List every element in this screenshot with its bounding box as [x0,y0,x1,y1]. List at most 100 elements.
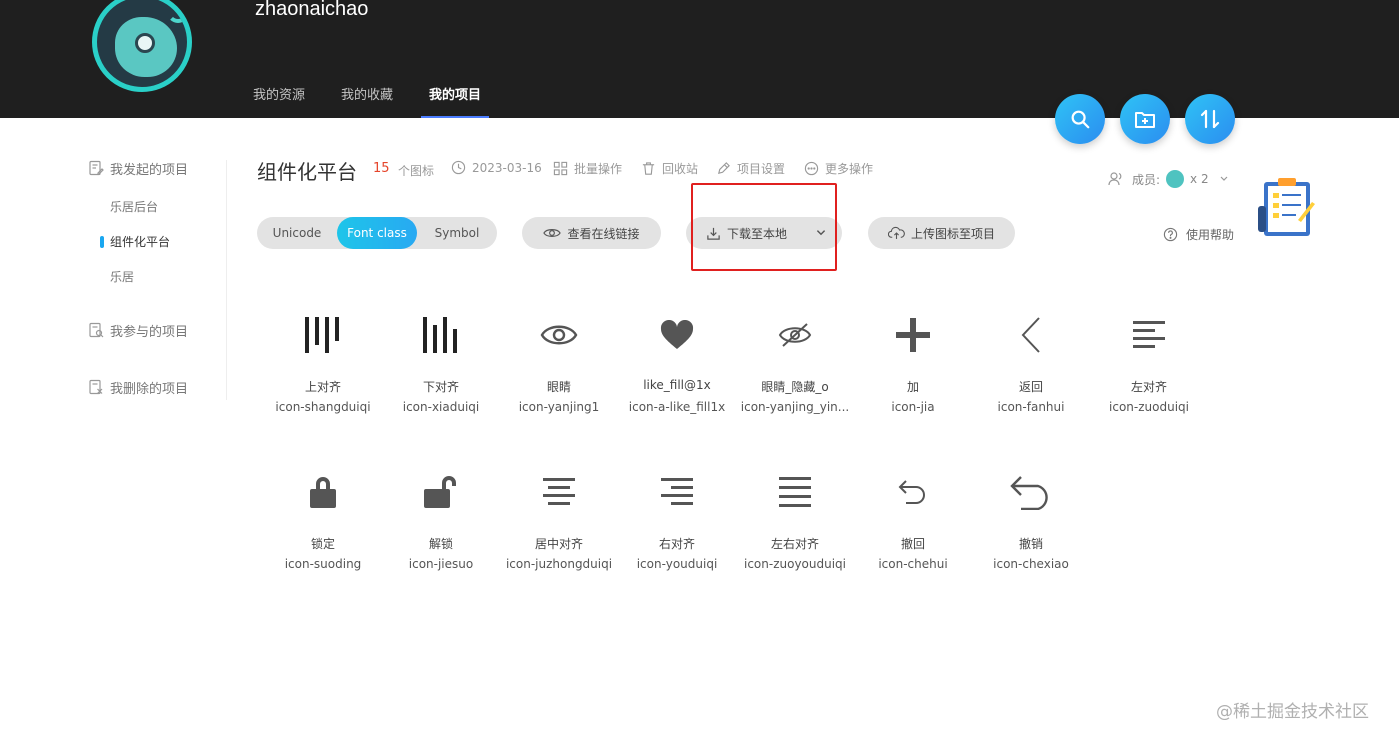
tab-my-projects[interactable]: 我的项目 [421,84,490,118]
search-button[interactable] [1055,94,1105,144]
icon-name: like_fill@1x [643,378,711,392]
tab-my-resources[interactable]: 我的资源 [253,84,305,118]
icon-card[interactable]: 居中对齐 icon-juzhongduiqi [500,467,618,571]
unlock-icon [424,476,456,508]
icon-name: 左对齐 [1130,380,1167,394]
sidebar-group-label: 我参与的项目 [110,324,189,340]
project-date: 2023-03-16 [451,160,542,175]
sidebar-item-lejuhoutai[interactable]: 乐居后台 [88,198,228,218]
icon-name: 上对齐 [304,380,341,394]
clock-icon [451,160,466,175]
document-search-icon [89,322,104,338]
icon-code[interactable]: icon-shangduiqi [264,400,382,414]
icon-name: 加 [906,380,919,394]
icon-code[interactable]: icon-fanhui [972,400,1090,414]
icon-code[interactable]: icon-jia [854,400,972,414]
align-right-icon [661,478,693,505]
icon-card[interactable]: 左对齐 icon-zuoduiqi [1090,310,1208,414]
mode-symbol[interactable]: Symbol [417,217,497,249]
sidebar-group-label: 我发起的项目 [110,162,189,178]
plus-icon [896,318,930,352]
icon-code[interactable]: icon-zuoyouduiqi [736,557,854,571]
sidebar-group-initiated[interactable]: 我发起的项目 [88,158,228,178]
icon-name: 眼睛_隐藏_o [761,380,829,394]
tab-my-favorites[interactable]: 我的收藏 [341,84,393,118]
cloud-upload-icon [887,226,905,239]
icon-card[interactable]: 加 icon-jia [854,310,972,414]
sidebar-group-participated[interactable]: 我参与的项目 [88,320,228,340]
username: zhaonaichao [255,0,369,20]
project-settings-link[interactable]: 项目设置 [716,160,785,177]
icon-name: 左右对齐 [770,537,819,551]
icon-code[interactable]: icon-youduiqi [618,557,736,571]
icon-count: 15 [373,161,390,176]
icon-code[interactable]: icon-zuoduiqi [1090,400,1208,414]
icon-code[interactable]: icon-juzhongduiqi [500,557,618,571]
sidebar-group-label: 我删除的项目 [110,381,189,397]
icon-code[interactable]: icon-yanjing1 [500,400,618,414]
icon-code[interactable]: icon-xiaduiqi [382,400,500,414]
icon-card[interactable]: 左右对齐 icon-zuoyouduiqi [736,467,854,571]
project-sidebar: 我发起的项目 乐居后台 组件化平台 乐居 我参与的项目 我删除的项目 [88,158,228,397]
icon-card[interactable]: 锁定 icon-suoding [264,467,382,571]
icon-name: 右对齐 [658,537,695,551]
upload-icons-button[interactable]: 上传图标至项目 [868,217,1015,249]
members-dropdown[interactable]: 成员: x 2 [1108,170,1229,188]
project-title: 组件化平台 [257,160,357,184]
icon-card[interactable]: 眼睛_隐藏_o icon-yanjing_yin... [736,310,854,414]
recycle-bin-link[interactable]: 回收站 [641,160,698,177]
sort-icon [1200,109,1220,129]
icon-code[interactable]: icon-jiesuo [382,557,500,571]
members-label: 成员: [1132,172,1161,187]
icon-code[interactable]: icon-chehui [854,557,972,571]
icon-card[interactable]: 撤回 icon-chehui [854,467,972,571]
document-edit-icon [89,160,104,176]
icon-card[interactable]: 右对齐 icon-youduiqi [618,467,736,571]
icon-card[interactable]: like_fill@1x icon-a-like_fill1x [618,310,736,414]
batch-operation-link[interactable]: 批量操作 [553,160,622,177]
icon-card[interactable]: 解锁 icon-jiesuo [382,467,500,571]
icon-name: 锁定 [310,537,335,551]
icon-code[interactable]: icon-chexiao [972,557,1090,571]
icon-name: 眼睛 [546,380,571,394]
help-link[interactable]: 使用帮助 [1163,226,1234,243]
mode-unicode[interactable]: Unicode [257,217,337,249]
align-center-icon [543,478,575,505]
sidebar-item-zujianhua[interactable]: 组件化平台 [88,233,228,253]
icon-card[interactable]: 眼睛 icon-yanjing1 [500,310,618,414]
icon-code[interactable]: icon-yanjing_yin... [736,400,854,414]
icon-code[interactable]: icon-a-like_fill1x [618,400,736,414]
view-online-link-button[interactable]: 查看在线链接 [522,217,661,249]
icon-code[interactable]: icon-suoding [264,557,382,571]
align-top-icon [305,317,339,353]
add-folder-button[interactable] [1120,94,1170,144]
undo-icon [898,480,925,504]
more-operations-link[interactable]: 更多操作 [804,160,873,177]
top-header: zhaonaichao 我的资源 我的收藏 我的项目 [0,0,1399,118]
icon-card[interactable]: 上对齐 icon-shangduiqi [264,310,382,414]
members-count: x 2 [1190,172,1209,186]
chevron-down-icon [1220,176,1228,181]
avatar[interactable] [92,0,192,92]
member-avatar [1166,170,1185,188]
icon-card[interactable]: 下对齐 icon-xiaduiqi [382,310,500,414]
icon-card[interactable]: 返回 icon-fanhui [972,310,1090,414]
icon-card[interactable]: 撤销 icon-chexiao [972,467,1090,571]
search-icon [1071,110,1090,129]
mode-font-class[interactable]: Font class [337,217,417,249]
sidebar-item-leju[interactable]: 乐居 [88,268,228,288]
back-icon [1021,317,1040,353]
watermark: @稀土掘金技术社区 [1216,702,1369,722]
clipboard-illustration [1258,178,1315,236]
icon-name: 解锁 [428,537,453,551]
download-highlight-box [691,183,837,271]
eye-hidden-icon [778,323,812,347]
sort-button[interactable] [1185,94,1235,144]
sidebar-group-deleted[interactable]: 我删除的项目 [88,377,228,397]
heart-icon [660,320,694,349]
align-bottom-icon [423,317,457,353]
icon-name: 撤销 [1018,537,1043,551]
grid-icon [553,161,568,176]
more-icon [804,161,819,176]
icon-count-label: 个图标 [398,164,435,178]
